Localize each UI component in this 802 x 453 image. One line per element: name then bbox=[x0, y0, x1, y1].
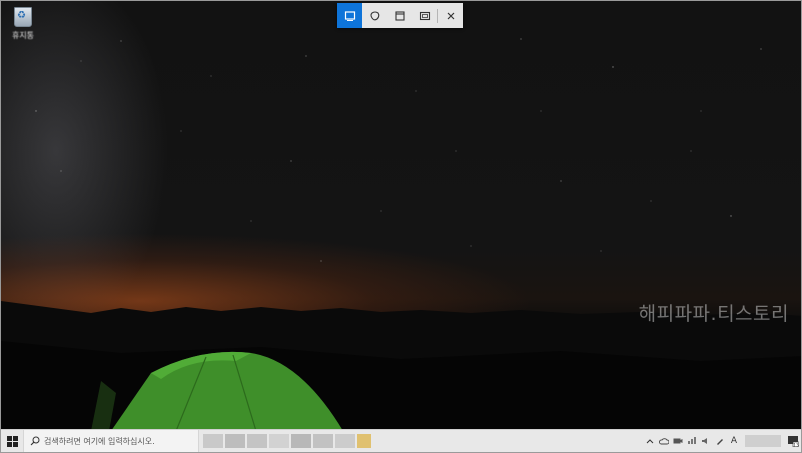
network-icon bbox=[688, 437, 696, 444]
camera-icon bbox=[673, 438, 683, 444]
taskbar-app-6[interactable] bbox=[313, 434, 333, 448]
taskbar-clock[interactable] bbox=[745, 435, 781, 447]
recycle-bin[interactable]: 휴지통 bbox=[9, 7, 37, 41]
cloud-icon bbox=[659, 437, 669, 444]
taskbar-search-box[interactable]: 검색하려면 여기에 입력하십시오. bbox=[23, 430, 199, 452]
snipping-toolbar bbox=[337, 3, 463, 28]
start-button[interactable] bbox=[1, 430, 23, 452]
chevron-up-icon bbox=[646, 439, 654, 444]
onedrive-tray-button[interactable] bbox=[657, 430, 671, 452]
input-language-button[interactable]: A bbox=[727, 430, 741, 452]
pen-icon bbox=[717, 439, 723, 445]
taskbar-app-4[interactable] bbox=[269, 434, 289, 448]
desktop-screen: 휴지통 해피파파.티스토리 검색하려면 여기에 입력하십시오. bbox=[0, 0, 802, 453]
notification-center-button[interactable]: 13 bbox=[785, 430, 801, 452]
taskbar-app-2[interactable] bbox=[225, 434, 245, 448]
close-icon bbox=[447, 12, 454, 19]
network-tray-button[interactable] bbox=[685, 430, 699, 452]
rectangle-snip-icon bbox=[344, 10, 355, 21]
freeform-snip-button[interactable] bbox=[362, 3, 387, 28]
mountain-silhouette bbox=[1, 301, 801, 452]
taskbar-pinned-apps bbox=[203, 430, 373, 452]
speaker-icon bbox=[702, 438, 707, 444]
search-placeholder: 검색하려면 여기에 입력하십시오. bbox=[44, 436, 155, 446]
taskbar-app-7[interactable] bbox=[335, 434, 355, 448]
taskbar-app-1[interactable] bbox=[203, 434, 223, 448]
window-snip-button[interactable] bbox=[387, 3, 412, 28]
recycle-bin-icon bbox=[14, 7, 32, 27]
fullscreen-snip-button[interactable] bbox=[412, 3, 437, 28]
notification-count: 13 bbox=[793, 442, 799, 447]
volume-tray-button[interactable] bbox=[699, 430, 713, 452]
camera-tray-button[interactable] bbox=[671, 430, 685, 452]
show-hidden-icons-button[interactable] bbox=[643, 430, 657, 452]
notification-icon: 13 bbox=[788, 436, 799, 447]
freeform-snip-icon bbox=[369, 10, 379, 20]
search-icon bbox=[30, 436, 40, 446]
fullscreen-snip-icon bbox=[419, 11, 430, 20]
taskbar: 검색하려면 여기에 입력하십시오. A 13 bbox=[1, 429, 801, 452]
blog-watermark: 해피파파.티스토리 bbox=[638, 303, 789, 325]
windows-logo-icon bbox=[6, 435, 18, 447]
pen-tray-button[interactable] bbox=[713, 430, 727, 452]
rectangular-snip-button[interactable] bbox=[337, 3, 362, 28]
close-snip-button[interactable] bbox=[438, 3, 463, 28]
taskbar-app-8[interactable] bbox=[357, 434, 371, 448]
window-snip-icon bbox=[394, 10, 405, 21]
taskbar-app-3[interactable] bbox=[247, 434, 267, 448]
taskbar-app-5[interactable] bbox=[291, 434, 311, 448]
system-tray: A 13 bbox=[643, 430, 801, 452]
recycle-bin-label: 휴지통 bbox=[11, 31, 35, 40]
